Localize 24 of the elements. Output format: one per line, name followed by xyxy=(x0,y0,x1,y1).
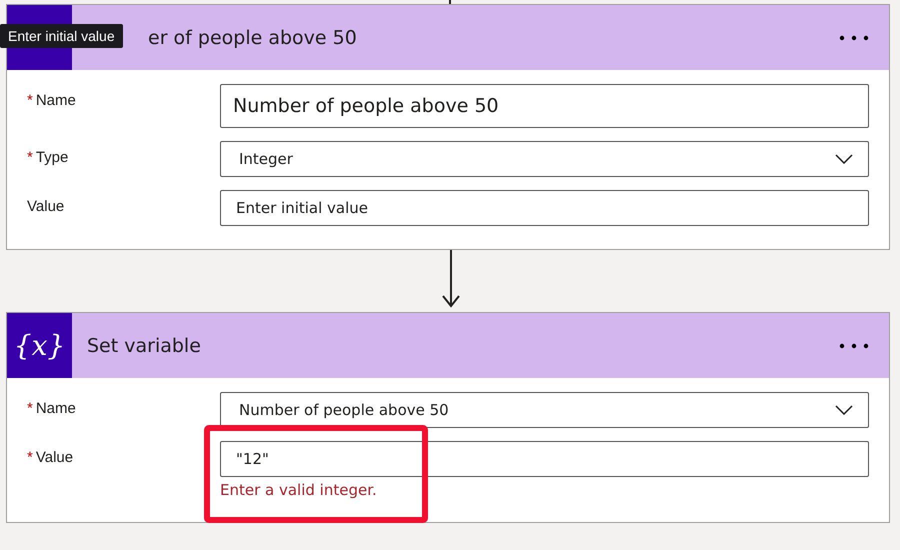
dropdown-field[interactable]: Integer xyxy=(220,141,869,177)
arrow-icon xyxy=(441,250,461,308)
field-label: Value xyxy=(27,198,64,215)
input-field[interactable]: "12" xyxy=(220,441,869,477)
required-asterisk: * xyxy=(27,449,33,466)
field-label: Name xyxy=(36,400,76,417)
required-asterisk: * xyxy=(27,92,33,109)
field-label: Name xyxy=(36,92,76,109)
required-asterisk: * xyxy=(27,400,33,417)
error-message: Enter a valid integer. xyxy=(220,481,378,499)
dropdown-field[interactable]: Number of people above 50 xyxy=(220,392,869,428)
more-icon xyxy=(839,34,869,40)
tooltip: Enter initial value xyxy=(0,24,123,48)
required-asterisk: * xyxy=(27,149,33,166)
input-field[interactable]: Enter initial value xyxy=(220,190,869,226)
input-field[interactable]: Number of people above 50 xyxy=(220,84,869,128)
variable-icon: {x} xyxy=(7,313,72,378)
field-label: Type xyxy=(36,149,68,166)
card-title: er of people above 50 xyxy=(148,26,358,48)
chevron-down-icon xyxy=(835,405,853,415)
field-label: Value xyxy=(36,449,74,466)
card-title: Set variable xyxy=(87,334,202,356)
chevron-down-icon xyxy=(835,154,853,164)
more-icon xyxy=(839,342,869,348)
